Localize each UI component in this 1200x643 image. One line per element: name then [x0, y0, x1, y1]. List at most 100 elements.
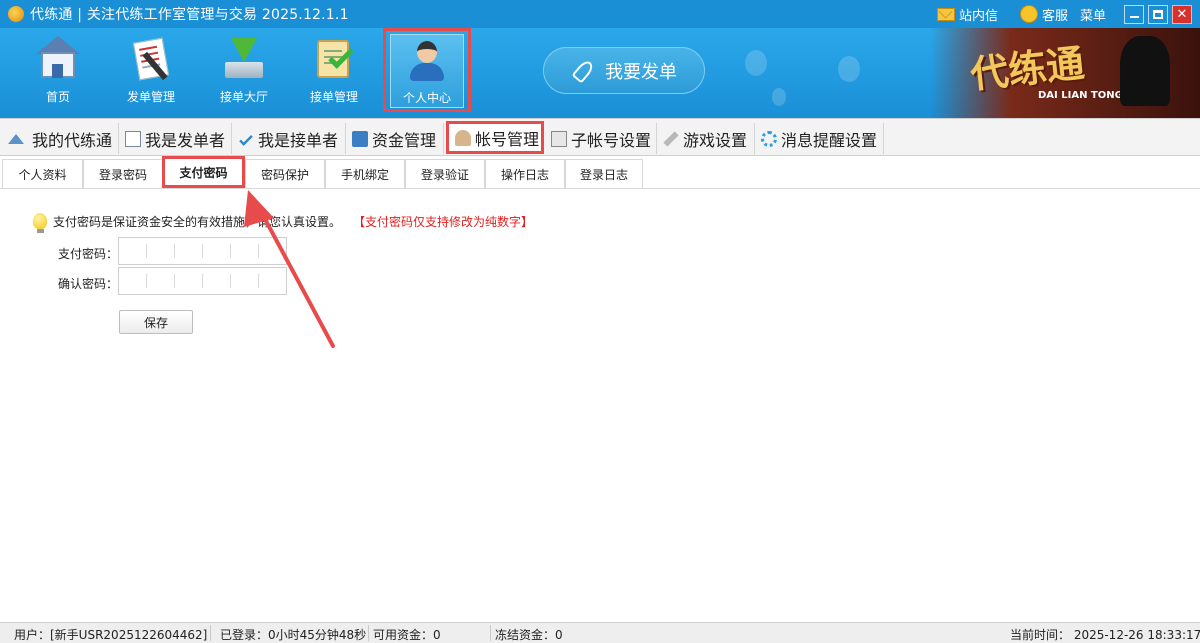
tab-label: 游戏设置: [683, 130, 748, 150]
subtab-login-password[interactable]: 登录密码: [83, 159, 163, 188]
subtab-label: 手机绑定: [340, 167, 389, 182]
close-icon: ✕: [1176, 6, 1188, 22]
mail-icon: [936, 7, 955, 21]
subtab-profile[interactable]: 个人资料: [2, 159, 83, 188]
close-button[interactable]: ✕: [1172, 4, 1192, 24]
tab-notification-settings[interactable]: 消息提醒设置: [755, 123, 884, 154]
document-icon: [125, 130, 141, 147]
confirm-password-label: 确认密码：: [58, 277, 119, 291]
brand-text: 代练通: [968, 40, 1087, 97]
tab-label: 子帐号设置: [571, 130, 652, 150]
lantern-decoration: [772, 88, 786, 106]
home-icon: [35, 36, 81, 82]
customer-service-icon: [1019, 5, 1038, 23]
status-bar: 用户：[新手USR2025122604462] 已登录：0小时45分钟48秒 可…: [0, 622, 1200, 643]
toolbar-personal-center-label: 个人中心: [402, 91, 451, 105]
lightbulb-icon: [33, 213, 47, 233]
tab-account-management[interactable]: 帐号管理: [446, 121, 544, 154]
menu-button[interactable]: 菜单: [1080, 5, 1106, 24]
martial-artist-figure: [1120, 36, 1170, 106]
tab-label: 资金管理: [372, 130, 437, 150]
save-button[interactable]: 保存: [119, 310, 193, 334]
order-manage-icon: [311, 36, 357, 82]
subtab-label: 个人资料: [18, 167, 67, 182]
title-bar-actions: 站内信 客服 菜单 ✕: [936, 0, 1200, 28]
subtab-phone-binding[interactable]: 手机绑定: [325, 159, 405, 188]
toolbar-order-publish[interactable]: 发单管理: [111, 32, 191, 110]
pay-password-panel: 支付密码是保证资金安全的有效措施，请您认真设置。 【支付密码仅支持修改为纯数字】…: [0, 190, 1200, 622]
check-icon: [239, 131, 253, 146]
sub-tab-bar: 个人资料 登录密码 支付密码 密码保护 手机绑定 登录验证 操作日志 登录日志: [0, 156, 1200, 189]
subtab-label: 登录验证: [420, 167, 469, 182]
notice-text: 支付密码是保证资金安全的有效措施，请您认真设置。: [53, 215, 342, 229]
subtab-pay-password[interactable]: 支付密码: [162, 156, 245, 188]
toolbar-order-manage[interactable]: 接单管理: [294, 32, 374, 110]
toolbar-order-hall-label: 接单大厅: [219, 90, 268, 104]
tab-taker[interactable]: 我是接单者: [232, 123, 346, 154]
status-login-duration: 已登录：0小时45分钟48秒: [220, 628, 367, 642]
window-title: 代练通 | 关注代练工作室管理与交易 2025.12.1.1: [30, 7, 349, 23]
sub-account-icon: [551, 130, 567, 147]
subtab-label: 登录密码: [98, 167, 147, 182]
money-icon: [352, 130, 368, 147]
pay-password-input[interactable]: [118, 237, 287, 265]
home-icon: [8, 133, 24, 144]
tab-label: 我的代练通: [32, 130, 113, 150]
toolbar-home-label: 首页: [45, 90, 70, 104]
user-icon: [455, 129, 471, 146]
tab-label: 我是发单者: [145, 130, 226, 150]
customer-service-button[interactable]: 客服: [1019, 5, 1068, 24]
gear-icon: [761, 130, 777, 147]
lantern-decoration: [838, 56, 860, 82]
subtab-login-verification[interactable]: 登录验证: [405, 159, 485, 188]
save-button-label: 保存: [143, 315, 168, 330]
maximize-button[interactable]: [1148, 4, 1168, 24]
order-hall-icon: [221, 36, 267, 82]
brand-logo: 代练通 DAI LIAN TONG: [930, 28, 1200, 118]
toolbar-order-manage-label: 接单管理: [309, 90, 358, 104]
customer-service-label: 客服: [1041, 8, 1068, 24]
inbox-button[interactable]: 站内信: [936, 5, 998, 24]
status-available-funds: 可用资金：0: [373, 628, 441, 642]
toolbar-order-publish-label: 发单管理: [126, 90, 175, 104]
status-frozen-funds: 冻结资金：0: [495, 628, 563, 642]
main-tab-bar: 我的代练通 我是发单者 我是接单者 资金管理 帐号管理 子帐号设置 游戏设置 消…: [0, 118, 1200, 156]
menu-label: 菜单: [1079, 8, 1106, 24]
tab-funds[interactable]: 资金管理: [346, 123, 444, 154]
rocket-icon: [571, 60, 593, 82]
tab-label: 帐号管理: [475, 129, 540, 149]
subtab-label: 操作日志: [500, 167, 549, 182]
toolbar-order-hall[interactable]: 接单大厅: [204, 32, 284, 110]
toolbar-personal-center[interactable]: 个人中心: [383, 28, 471, 112]
maximize-icon: [1153, 9, 1163, 19]
title-bar: 代练通 | 关注代练工作室管理与交易 2025.12.1.1 站内信 客服 菜单…: [0, 0, 1200, 28]
inbox-label: 站内信: [958, 8, 998, 24]
confirm-password-input[interactable]: [118, 267, 287, 295]
main-toolbar: 首页 发单管理 接单大厅 接单管理 个人中心 我要发单 代练通 DAI LIAN…: [0, 28, 1200, 118]
minimize-icon: [1129, 16, 1139, 18]
status-user: 用户：[新手USR2025122604462]: [14, 628, 208, 642]
tab-publisher[interactable]: 我是发单者: [119, 123, 232, 154]
lantern-decoration: [745, 50, 767, 76]
toolbar-home[interactable]: 首页: [18, 32, 98, 110]
subtab-label: 支付密码: [179, 165, 228, 180]
wrench-icon: [663, 130, 679, 147]
personal-center-icon: [404, 37, 450, 83]
tab-sub-account[interactable]: 子帐号设置: [545, 123, 657, 154]
tab-my-dailiantong[interactable]: 我的代练通: [2, 123, 119, 154]
notice-warning: 【支付密码仅支持修改为纯数字】: [353, 215, 534, 229]
subtab-operation-log[interactable]: 操作日志: [485, 159, 565, 188]
status-current-time: 当前时间： 2025-12-26 18:33:17: [1010, 628, 1200, 642]
publish-order-button[interactable]: 我要发单: [543, 47, 705, 94]
subtab-password-protection[interactable]: 密码保护: [245, 159, 325, 188]
tab-label: 消息提醒设置: [781, 130, 878, 150]
brand-subtext: DAI LIAN TONG: [1038, 90, 1123, 101]
subtab-label: 密码保护: [260, 167, 309, 182]
subtab-label: 登录日志: [579, 167, 628, 182]
tab-label: 我是接单者: [258, 130, 339, 150]
pay-password-label: 支付密码：: [58, 247, 119, 261]
minimize-button[interactable]: [1124, 4, 1144, 24]
subtab-login-log[interactable]: 登录日志: [565, 159, 643, 188]
tab-game-settings[interactable]: 游戏设置: [657, 123, 755, 154]
order-publish-icon: [128, 36, 174, 82]
